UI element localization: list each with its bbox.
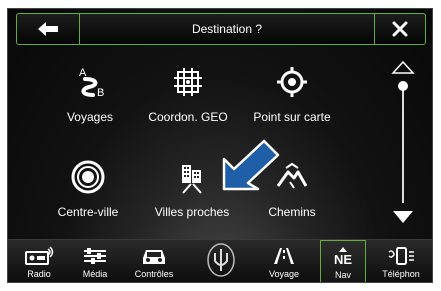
bottom-item-label: Téléphon: [382, 269, 420, 279]
scroll-down-icon[interactable]: [391, 209, 415, 225]
media-icon: [84, 248, 106, 264]
bottom-item-label: Voyage: [268, 269, 300, 279]
compass-heading: NE: [333, 252, 353, 267]
nearby-cities-icon: [182, 165, 202, 194]
menu-item-label: Coordon. GEO: [148, 110, 228, 124]
controls-icon: [143, 250, 165, 264]
scroll-up-icon[interactable]: [391, 59, 415, 75]
back-button[interactable]: [17, 14, 80, 44]
trips-icon: A B: [79, 67, 104, 99]
bottom-item-media[interactable]: Média: [70, 240, 120, 282]
voyage-icon: [274, 248, 294, 264]
bottom-nav-bar: Radio Média Contrôles Voyage NE Nav Télé…: [8, 239, 432, 282]
bottom-item-telephone[interactable]: Téléphon: [374, 240, 428, 282]
menu-item-label: Chemins: [268, 205, 316, 219]
bottom-item-radio[interactable]: Radio: [16, 240, 62, 282]
maserati-logo-icon: [207, 243, 235, 277]
nav-screen: Destination ? A B Voyages Coordon. GEO P…: [7, 8, 433, 283]
scrollbar[interactable]: [388, 59, 418, 229]
bottom-item-nav[interactable]: NE Nav: [320, 240, 366, 282]
svg-text:B: B: [97, 87, 104, 99]
menu-item-label: Villes proches: [154, 205, 230, 219]
menu-item-voyages[interactable]: A B Voyages: [40, 64, 140, 124]
pointer-arrow-icon: [222, 139, 280, 191]
phone-icon: [388, 247, 414, 265]
menu-item-coordon-geo[interactable]: Coordon. GEO: [138, 64, 238, 124]
city-center-icon: [71, 160, 105, 194]
bottom-item-logo[interactable]: [204, 240, 238, 282]
page-title: Destination ?: [191, 22, 263, 36]
menu-item-centre-ville[interactable]: Centre-ville: [38, 159, 138, 219]
bottom-item-label: Nav: [334, 270, 351, 280]
bottom-item-label: Média: [82, 269, 108, 279]
radio-icon: [25, 246, 54, 265]
bottom-item-voyage[interactable]: Voyage: [256, 240, 312, 282]
scroll-track[interactable]: [402, 85, 404, 203]
menu-item-label: Voyages: [66, 110, 114, 124]
bottom-item-label: Contrôles: [134, 269, 174, 279]
menu-item-label: Centre-ville: [57, 205, 119, 219]
back-arrow-icon: [38, 22, 58, 36]
menu-item-point-sur-carte[interactable]: Point sur carte: [242, 64, 342, 124]
bottom-item-label: Radio: [27, 269, 51, 279]
bottom-item-controles[interactable]: Contrôles: [126, 240, 182, 282]
menu-item-label: Point sur carte: [253, 110, 331, 124]
close-icon: [392, 21, 408, 37]
map-point-icon: [277, 67, 307, 97]
scroll-thumb[interactable]: [398, 81, 408, 91]
close-button[interactable]: [374, 14, 425, 44]
coordinates-icon: [174, 68, 202, 96]
header-bar: Destination ?: [16, 13, 426, 45]
